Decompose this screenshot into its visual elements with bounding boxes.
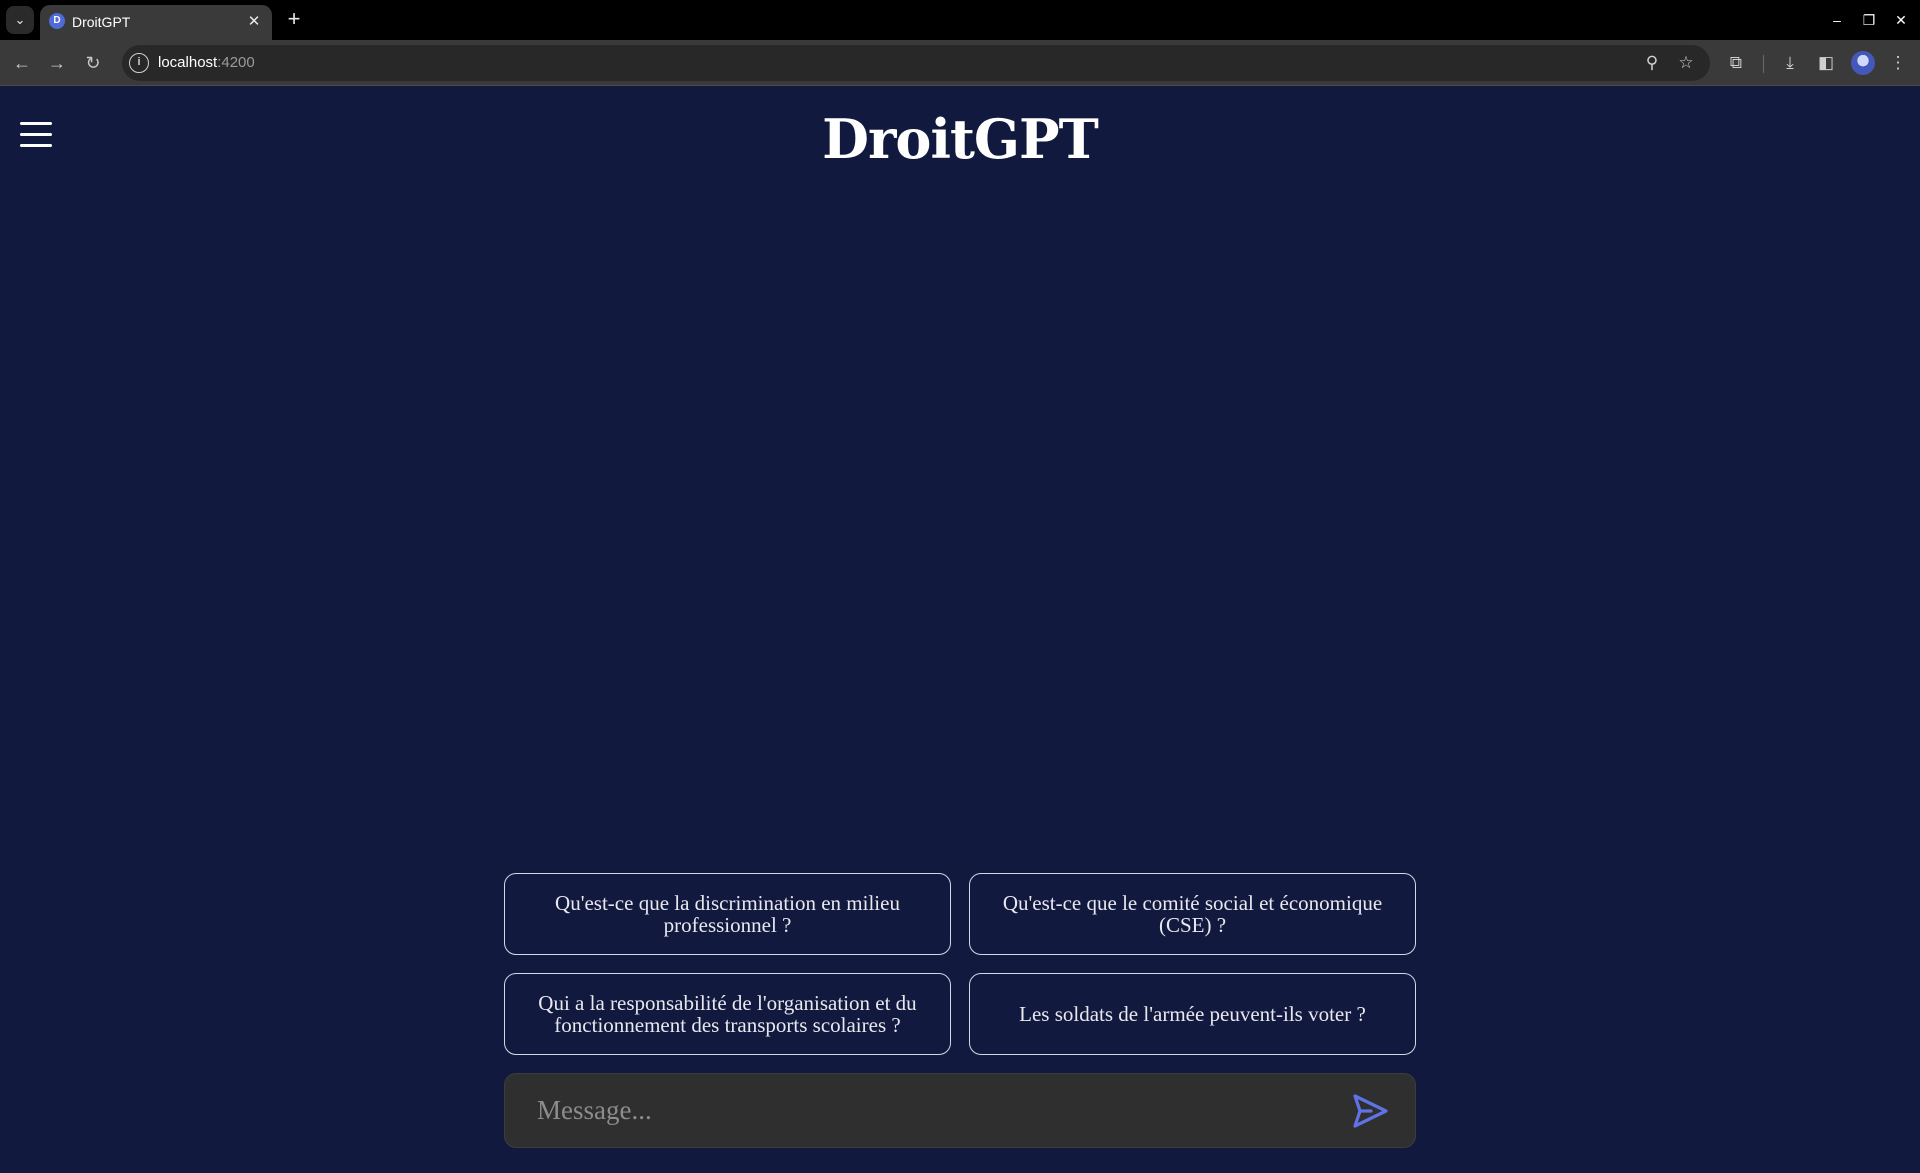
favicon-icon: D: [49, 13, 65, 29]
bookmark-star-icon[interactable]: ☆: [1674, 51, 1698, 75]
suggestion-grid: Qu'est-ce que la discrimination en milie…: [504, 873, 1416, 1055]
close-tab-icon[interactable]: ✕: [244, 12, 264, 32]
message-composer: [504, 1073, 1416, 1148]
download-icon[interactable]: ⤓: [1778, 51, 1802, 75]
suggestion-button[interactable]: Les soldats de l'armée peuvent-ils voter…: [969, 973, 1416, 1055]
minimize-window-button[interactable]: –: [1825, 8, 1849, 32]
address-bar[interactable]: i localhost:4200 ⚲ ☆: [122, 45, 1710, 81]
browser-toolbar: ← → ↻ i localhost:4200 ⚲ ☆ ⧉ ⤓ ◧ ⋮: [0, 40, 1920, 86]
forward-button[interactable]: →: [44, 50, 70, 76]
page-title: DroitGPT: [822, 107, 1099, 171]
suggestion-button[interactable]: Qui a la responsabilité de l'organisatio…: [504, 973, 951, 1055]
app-page: DroitGPT Qu'est-ce que la discrimination…: [0, 87, 1920, 1173]
zoom-icon[interactable]: ⚲: [1640, 51, 1664, 75]
profile-avatar[interactable]: [1851, 51, 1875, 75]
tab-search-button[interactable]: ⌄: [6, 6, 34, 34]
back-button[interactable]: ←: [9, 50, 35, 76]
extensions-icon[interactable]: ⧉: [1724, 51, 1748, 75]
address-host: localhost: [158, 54, 218, 71]
browser-tab[interactable]: D DroitGPT ✕: [40, 5, 272, 40]
address-url[interactable]: localhost:4200: [158, 53, 255, 73]
reload-button[interactable]: ↻: [80, 50, 106, 76]
side-panel-icon[interactable]: ◧: [1814, 51, 1838, 75]
site-info-icon[interactable]: i: [129, 53, 149, 73]
suggestion-button[interactable]: Qu'est-ce que le comité social et économ…: [969, 873, 1416, 955]
suggestion-button[interactable]: Qu'est-ce que la discrimination en milie…: [504, 873, 951, 955]
send-icon: [1353, 1094, 1388, 1128]
tab-title: DroitGPT: [72, 14, 131, 30]
browser-menu-icon[interactable]: ⋮: [1886, 51, 1910, 75]
message-input[interactable]: [535, 1090, 1315, 1130]
address-port: :4200: [217, 54, 255, 71]
send-button[interactable]: [1349, 1090, 1391, 1132]
browser-tabstrip: ⌄ D DroitGPT ✕ + – ❐ ✕: [0, 0, 1920, 40]
new-tab-button[interactable]: +: [280, 6, 308, 34]
restore-window-button[interactable]: ❐: [1857, 8, 1881, 32]
close-window-button[interactable]: ✕: [1889, 8, 1913, 32]
toolbar-divider: [1763, 55, 1764, 73]
